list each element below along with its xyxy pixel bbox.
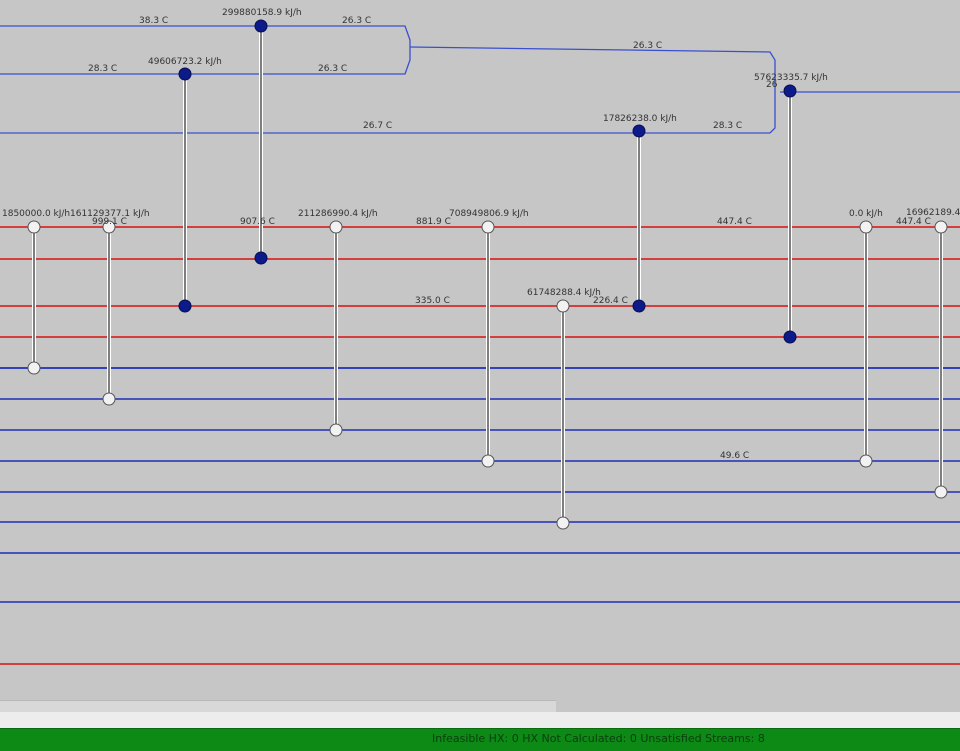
status-strip-divider <box>0 712 960 728</box>
hx-source-node[interactable] <box>783 84 797 98</box>
heat-exchanger-network-canvas[interactable]: 299880158.9 kJ/h 49606723.2 kJ/h 17826238.… <box>0 0 960 751</box>
temperature-label: 26.3 C <box>342 16 371 26</box>
hx-target-node[interactable] <box>102 392 116 406</box>
grid-diagram[interactable]: 299880158.9 kJ/h 49606723.2 kJ/h 17826238.… <box>0 0 960 700</box>
temperature-label: 226.4 C <box>593 296 628 306</box>
hx-target-node[interactable] <box>632 299 646 313</box>
hx-target-node[interactable] <box>481 454 495 468</box>
temperature-label: 26 <box>766 80 778 90</box>
hx-source-node[interactable] <box>859 220 873 234</box>
status-text: Infeasible HX: 0 HX Not Calculated: 0 Un… <box>432 732 765 745</box>
hx-source-node[interactable] <box>934 220 948 234</box>
hx-target-node[interactable] <box>934 485 948 499</box>
hx-source-node[interactable] <box>27 220 41 234</box>
temperature-label: 28.3 C <box>88 64 117 74</box>
temperature-label: 907.6 C <box>240 217 275 227</box>
status-bar: Infeasible HX: 0 HX Not Calculated: 0 Un… <box>0 728 960 751</box>
temperature-label: 447.4 C <box>717 217 752 227</box>
hx-source-node[interactable] <box>556 299 570 313</box>
hx-target-node[interactable] <box>329 423 343 437</box>
hx-duty-label: 299880158.9 kJ/h <box>222 8 302 18</box>
temperature-label: 38.3 C <box>139 16 168 26</box>
hx-duty-label: 211286990.4 kJ/h <box>298 209 378 219</box>
hx-source-node[interactable] <box>632 124 646 138</box>
hx-duty-label: 17826238.0 kJ/h <box>603 114 677 124</box>
hx-source-node[interactable] <box>254 19 268 33</box>
temperature-label: 335.0 C <box>415 296 450 306</box>
hx-source-node[interactable] <box>481 220 495 234</box>
temperature-label: 26.3 C <box>633 41 662 51</box>
temperature-label: 881.9 C <box>416 217 451 227</box>
hx-duty-label: 0.0 kJ/h <box>849 209 883 219</box>
hx-target-node[interactable] <box>27 361 41 375</box>
hx-source-node[interactable] <box>329 220 343 234</box>
temperature-label: 447.4 C <box>896 217 931 227</box>
temperature-label: 999.1 C <box>92 217 127 227</box>
hx-duty-label: 1850000.0 kJ/h <box>2 209 70 219</box>
hx-target-node[interactable] <box>178 299 192 313</box>
temperature-label: 28.3 C <box>713 121 742 131</box>
hx-duty-label: 61748288.4 kJ/h <box>527 288 601 298</box>
hx-target-node[interactable] <box>859 454 873 468</box>
hx-target-node[interactable] <box>783 330 797 344</box>
hx-source-node[interactable] <box>178 67 192 81</box>
hx-target-node[interactable] <box>556 516 570 530</box>
temperature-label: 26.7 C <box>363 121 392 131</box>
hx-duty-label: 49606723.2 kJ/h <box>148 57 222 67</box>
temperature-label: 49.6 C <box>720 451 749 461</box>
hx-target-node[interactable] <box>254 251 268 265</box>
hx-duty-label: 708949806.9 kJ/h <box>449 209 529 219</box>
temperature-label: 26.3 C <box>318 64 347 74</box>
